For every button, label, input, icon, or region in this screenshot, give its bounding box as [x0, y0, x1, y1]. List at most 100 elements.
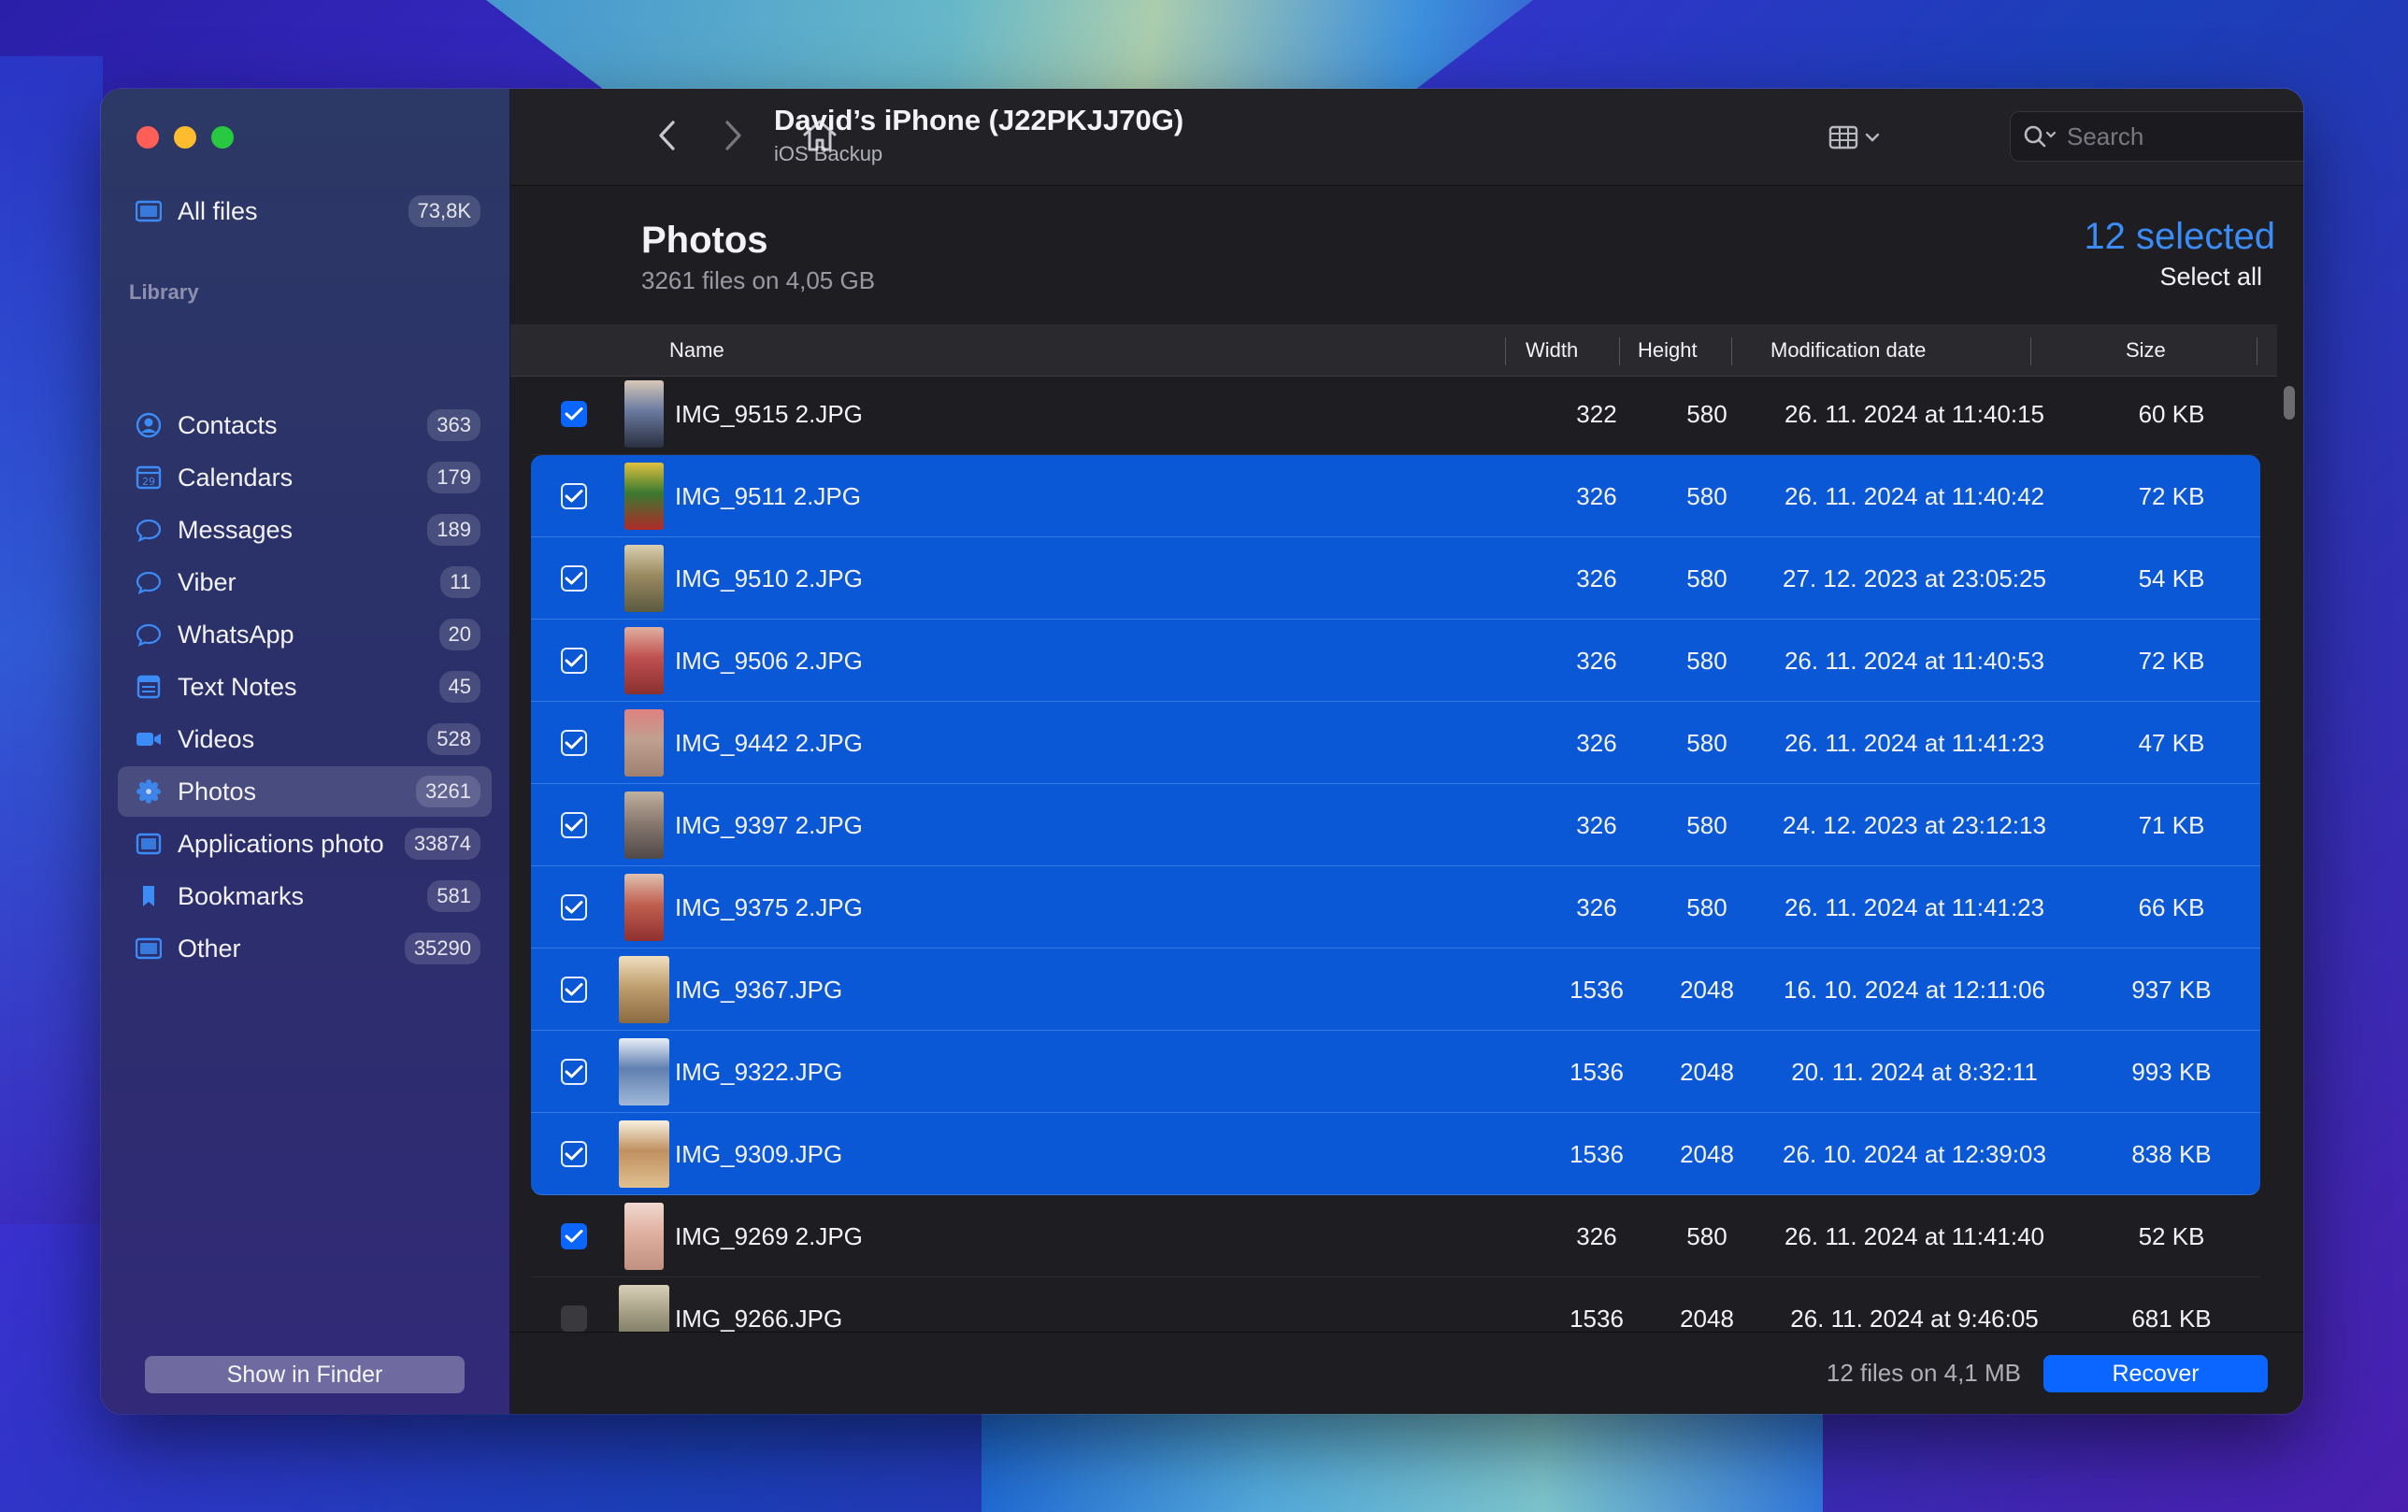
- cell-name: IMG_9510 2.JPG: [675, 563, 863, 592]
- sidebar-item-calendars[interactable]: 29 Calendars 179: [118, 452, 492, 503]
- table-row[interactable]: IMG_9511 2.JPG 326 580 26. 11. 2024 at 11:4…: [531, 455, 2260, 537]
- table-row[interactable]: IMG_9322.JPG 1536 2048 20. 11. 2024 at 8:32…: [531, 1031, 2260, 1113]
- sidebar-item-count: 35290: [404, 933, 480, 964]
- cell-height: 580: [1686, 892, 1727, 921]
- sidebar-item-videos[interactable]: Videos 528: [118, 714, 492, 764]
- sidebar-item-contacts[interactable]: Contacts 363: [118, 400, 492, 450]
- cell-width: 326: [1576, 563, 1617, 592]
- cell-name: IMG_9511 2.JPG: [675, 481, 861, 510]
- checkmark-icon: [565, 1230, 583, 1243]
- search-input[interactable]: [2067, 121, 2303, 151]
- cell-width: 326: [1576, 1221, 1617, 1250]
- scrollbar-thumb[interactable]: [2284, 386, 2295, 420]
- sidebar-item-photos[interactable]: Photos 3261: [118, 766, 492, 817]
- row-checkbox[interactable]: [561, 894, 587, 920]
- table-row[interactable]: IMG_9266.JPG 1536 2048 26. 11. 2024 at 9:46…: [531, 1277, 2260, 1334]
- svg-text:29: 29: [142, 476, 155, 488]
- column-header-height[interactable]: Height: [1638, 324, 1698, 377]
- files-table: Name Width Height Modification date Size…: [510, 324, 2277, 1334]
- view-mode-toggle[interactable]: [1828, 121, 1894, 154]
- sidebar-item-viber[interactable]: Viber 11: [118, 557, 492, 607]
- table-row[interactable]: IMG_9442 2.JPG 326 580 26. 11. 2024 at 11:4…: [531, 702, 2260, 784]
- column-header-size[interactable]: Size: [2126, 324, 2166, 377]
- row-checkbox[interactable]: [561, 401, 587, 427]
- chevron-left-icon: [659, 121, 675, 150]
- checkmark-icon: [565, 819, 583, 832]
- table-row[interactable]: IMG_9367.JPG 1536 2048 16. 10. 2024 at 12:1…: [531, 949, 2260, 1031]
- minimize-window-button[interactable]: [174, 126, 196, 149]
- checkmark-icon: [565, 572, 583, 585]
- forward-button[interactable]: [712, 115, 753, 156]
- app-window: All files 73,8K Library Contacts 363 29 Cal…: [101, 89, 2303, 1414]
- row-checkbox[interactable]: [561, 1059, 587, 1085]
- row-checkbox[interactable]: [561, 1223, 587, 1249]
- column-header-name[interactable]: Name: [669, 324, 724, 377]
- chevron-right-icon: [725, 121, 741, 150]
- row-checkbox[interactable]: [561, 812, 587, 838]
- close-window-button[interactable]: [136, 126, 159, 149]
- back-button[interactable]: [647, 115, 688, 156]
- row-checkbox[interactable]: [561, 1141, 587, 1167]
- sidebar-item-label: Contacts: [178, 410, 278, 439]
- photo-thumbnail: [624, 709, 664, 777]
- sidebar-item-count: 363: [427, 409, 480, 441]
- table-row[interactable]: IMG_9397 2.JPG 326 580 24. 12. 2023 at 23:1…: [531, 784, 2260, 866]
- row-checkbox[interactable]: [561, 977, 587, 1003]
- section-title: Photos: [641, 220, 768, 261]
- window-controls: [136, 126, 234, 149]
- message-bubble-icon: [135, 620, 163, 649]
- search-icon: [2024, 125, 2057, 148]
- sidebar-item-applications-photo[interactable]: Applications photo 33874: [118, 819, 492, 869]
- sidebar-item-text-notes[interactable]: Text Notes 45: [118, 662, 492, 712]
- show-in-finder-button[interactable]: Show in Finder: [145, 1356, 465, 1393]
- sidebar-item-whatsapp[interactable]: WhatsApp 20: [118, 609, 492, 660]
- cell-height: 2048: [1680, 1304, 1734, 1333]
- cell-name: IMG_9506 2.JPG: [675, 646, 863, 675]
- column-divider[interactable]: [2257, 337, 2258, 365]
- column-divider[interactable]: [2030, 337, 2031, 365]
- sidebar-item-all-files[interactable]: All files 73,8K: [118, 186, 492, 236]
- row-checkbox[interactable]: [561, 483, 587, 509]
- column-divider[interactable]: [1619, 337, 1620, 365]
- row-checkbox[interactable]: [561, 648, 587, 674]
- recover-button[interactable]: Recover: [2043, 1355, 2268, 1392]
- photo-thumbnail: [624, 1203, 664, 1270]
- table-row[interactable]: IMG_9515 2.JPG 322 580 26. 11. 2024 at 11:4…: [531, 373, 2260, 455]
- cell-height: 580: [1686, 810, 1727, 839]
- table-row[interactable]: IMG_9269 2.JPG 326 580 26. 11. 2024 at 11:4…: [531, 1195, 2260, 1277]
- vertical-scrollbar[interactable]: [2281, 378, 2298, 1332]
- cell-width: 1536: [1570, 1139, 1624, 1168]
- cell-name: IMG_9322.JPG: [675, 1057, 843, 1086]
- sidebar-item-other[interactable]: Other 35290: [118, 923, 492, 974]
- cell-name: IMG_9266.JPG: [675, 1304, 843, 1333]
- table-row[interactable]: IMG_9375 2.JPG 326 580 26. 11. 2024 at 11:4…: [531, 866, 2260, 949]
- zoom-window-button[interactable]: [211, 126, 234, 149]
- cell-modification-date: 24. 12. 2023 at 23:12:13: [1783, 810, 2046, 839]
- cell-size: 52 KB: [2138, 1221, 2205, 1250]
- footer-bar: 12 files on 4,1 MB Recover: [510, 1332, 2303, 1414]
- row-checkbox[interactable]: [561, 565, 587, 592]
- cell-size: 47 KB: [2138, 728, 2205, 757]
- row-checkbox[interactable]: [561, 730, 587, 756]
- column-divider[interactable]: [1731, 337, 1732, 365]
- table-row[interactable]: IMG_9510 2.JPG 326 580 27. 12. 2023 at 23:0…: [531, 537, 2260, 620]
- cell-width: 1536: [1570, 1057, 1624, 1086]
- column-header-width[interactable]: Width: [1526, 324, 1578, 377]
- cell-height: 580: [1686, 481, 1727, 510]
- table-row[interactable]: IMG_9309.JPG 1536 2048 26. 10. 2024 at 12:3…: [531, 1113, 2260, 1195]
- message-bubble-icon: [135, 516, 163, 544]
- select-all-link[interactable]: Select all: [2159, 263, 2262, 292]
- table-row[interactable]: IMG_9506 2.JPG 326 580 26. 11. 2024 at 11:4…: [531, 620, 2260, 702]
- search-field[interactable]: [2010, 111, 2303, 162]
- column-header-modification-date[interactable]: Modification date: [1770, 324, 1926, 377]
- sidebar-item-bookmarks[interactable]: Bookmarks 581: [118, 871, 492, 921]
- calendar-icon: 29: [135, 464, 163, 492]
- row-checkbox[interactable]: [561, 1305, 587, 1332]
- cell-modification-date: 26. 11. 2024 at 11:41:23: [1784, 728, 2045, 757]
- sidebar-item-messages[interactable]: Messages 189: [118, 505, 492, 555]
- column-divider[interactable]: [1505, 337, 1506, 365]
- sidebar-item-label: Videos: [178, 724, 255, 753]
- library-heading: Library: [129, 280, 199, 304]
- toolbar: David’s iPhone (J22PKJJ70G) iOS Backup: [510, 89, 2303, 186]
- cell-size: 66 KB: [2138, 892, 2205, 921]
